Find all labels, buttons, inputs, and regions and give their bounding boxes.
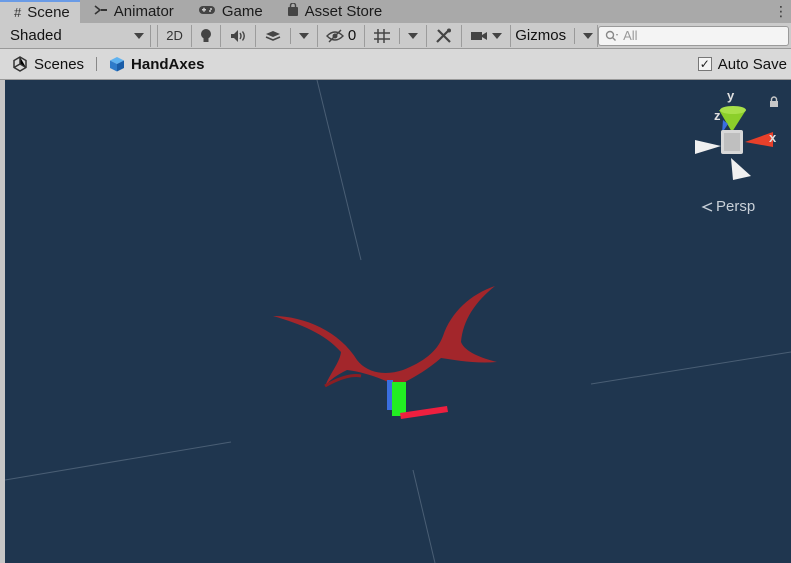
breadcrumb-divider bbox=[96, 57, 98, 71]
gamepad-icon bbox=[198, 4, 216, 19]
search-placeholder: All bbox=[623, 28, 638, 43]
auto-save-label: Auto Save bbox=[717, 55, 787, 73]
scene-visibility-toggle[interactable]: 0 bbox=[318, 24, 366, 47]
lock-icon[interactable] bbox=[769, 96, 779, 108]
prefab-cube-icon bbox=[110, 57, 125, 72]
grid-line bbox=[316, 80, 362, 261]
breadcrumb-scenes-label: Scenes bbox=[34, 55, 85, 73]
shopping-bag-icon bbox=[287, 2, 299, 20]
gizmos-dropdown[interactable]: Gizmos bbox=[511, 24, 599, 47]
gizmo-x-label: x bbox=[769, 130, 777, 145]
chevron-down-icon bbox=[492, 32, 503, 39]
tab-animator[interactable]: Animator bbox=[80, 0, 184, 23]
audio-toggle-button[interactable] bbox=[221, 24, 256, 47]
projection-label: Persp bbox=[716, 198, 756, 215]
auto-save-checkbox[interactable]: ✓ bbox=[697, 57, 712, 71]
tab-label: Game bbox=[221, 3, 263, 20]
chevron-down-icon bbox=[583, 32, 594, 39]
grid-icon: # bbox=[14, 5, 22, 20]
shading-mode-value: Shaded bbox=[10, 27, 62, 44]
grid-line bbox=[5, 441, 232, 481]
y-axis-handle[interactable] bbox=[392, 382, 406, 416]
scene-search-field[interactable]: All bbox=[598, 25, 789, 46]
grid-snap-icon bbox=[374, 28, 391, 43]
camera-settings-dropdown[interactable] bbox=[462, 24, 512, 47]
lighting-toggle-button[interactable] bbox=[192, 24, 221, 47]
chevron-left-icon bbox=[701, 201, 713, 212]
camera-icon bbox=[471, 31, 488, 40]
handaxes-mesh[interactable] bbox=[273, 286, 497, 386]
gizmos-label: Gizmos bbox=[515, 27, 567, 44]
auto-save-toggle[interactable]: ✓ Auto Save bbox=[697, 55, 787, 73]
breadcrumb-prefab[interactable]: HandAxes bbox=[109, 56, 204, 73]
tab-label: Asset Store bbox=[304, 3, 383, 20]
chevron-down-icon bbox=[134, 32, 145, 39]
grid-line bbox=[412, 469, 436, 563]
toggle-2d-button[interactable]: 2D bbox=[157, 24, 192, 47]
breadcrumb-scenes[interactable]: Scenes bbox=[12, 56, 84, 73]
orientation-gizmo[interactable]: y z x bbox=[695, 88, 777, 180]
gizmo-y-label: y bbox=[727, 88, 735, 103]
x-axis-handle[interactable] bbox=[400, 406, 448, 419]
lightbulb-icon bbox=[200, 28, 211, 42]
scene-toolbar: Shaded 2D 0 Gizmos All bbox=[0, 23, 791, 49]
layers-icon bbox=[265, 30, 281, 41]
breadcrumb: Scenes HandAxes ✓ Auto Save bbox=[0, 49, 791, 80]
kebab-menu-icon[interactable]: ⋮ bbox=[771, 0, 791, 23]
tab-scene[interactable]: # Scene bbox=[0, 0, 80, 23]
gizmo-z-label: z bbox=[714, 108, 721, 123]
scene-canvas: y z x bbox=[5, 80, 791, 563]
tab-game[interactable]: Game bbox=[184, 0, 273, 23]
tab-label: Animator bbox=[113, 3, 174, 20]
shading-mode-dropdown[interactable]: Shaded bbox=[2, 24, 152, 47]
projection-toggle[interactable]: Persp bbox=[701, 198, 755, 215]
eye-slash-icon bbox=[325, 28, 344, 43]
speaker-icon bbox=[230, 29, 245, 42]
tab-label: Scene bbox=[27, 4, 70, 21]
tab-bar: # Scene Animator Game Asset Store ⋮ bbox=[0, 0, 791, 23]
chevron-down-icon bbox=[298, 32, 309, 39]
scene-tools-button[interactable] bbox=[427, 24, 463, 47]
animator-icon bbox=[94, 4, 108, 19]
grid-line bbox=[590, 351, 791, 385]
breadcrumb-prefab-label: HandAxes bbox=[131, 55, 205, 73]
chevron-down-icon bbox=[408, 32, 419, 39]
grid-snapping-dropdown[interactable] bbox=[365, 24, 428, 47]
effects-dropdown[interactable] bbox=[256, 24, 318, 47]
hidden-object-count: 0 bbox=[347, 27, 357, 44]
tab-asset-store[interactable]: Asset Store bbox=[273, 0, 393, 23]
tools-icon bbox=[436, 28, 452, 43]
scene-viewport[interactable]: y z x Persp bbox=[5, 80, 791, 563]
search-icon bbox=[605, 30, 619, 41]
unity-logo-icon bbox=[13, 56, 27, 72]
toggle-2d-label: 2D bbox=[166, 28, 183, 43]
